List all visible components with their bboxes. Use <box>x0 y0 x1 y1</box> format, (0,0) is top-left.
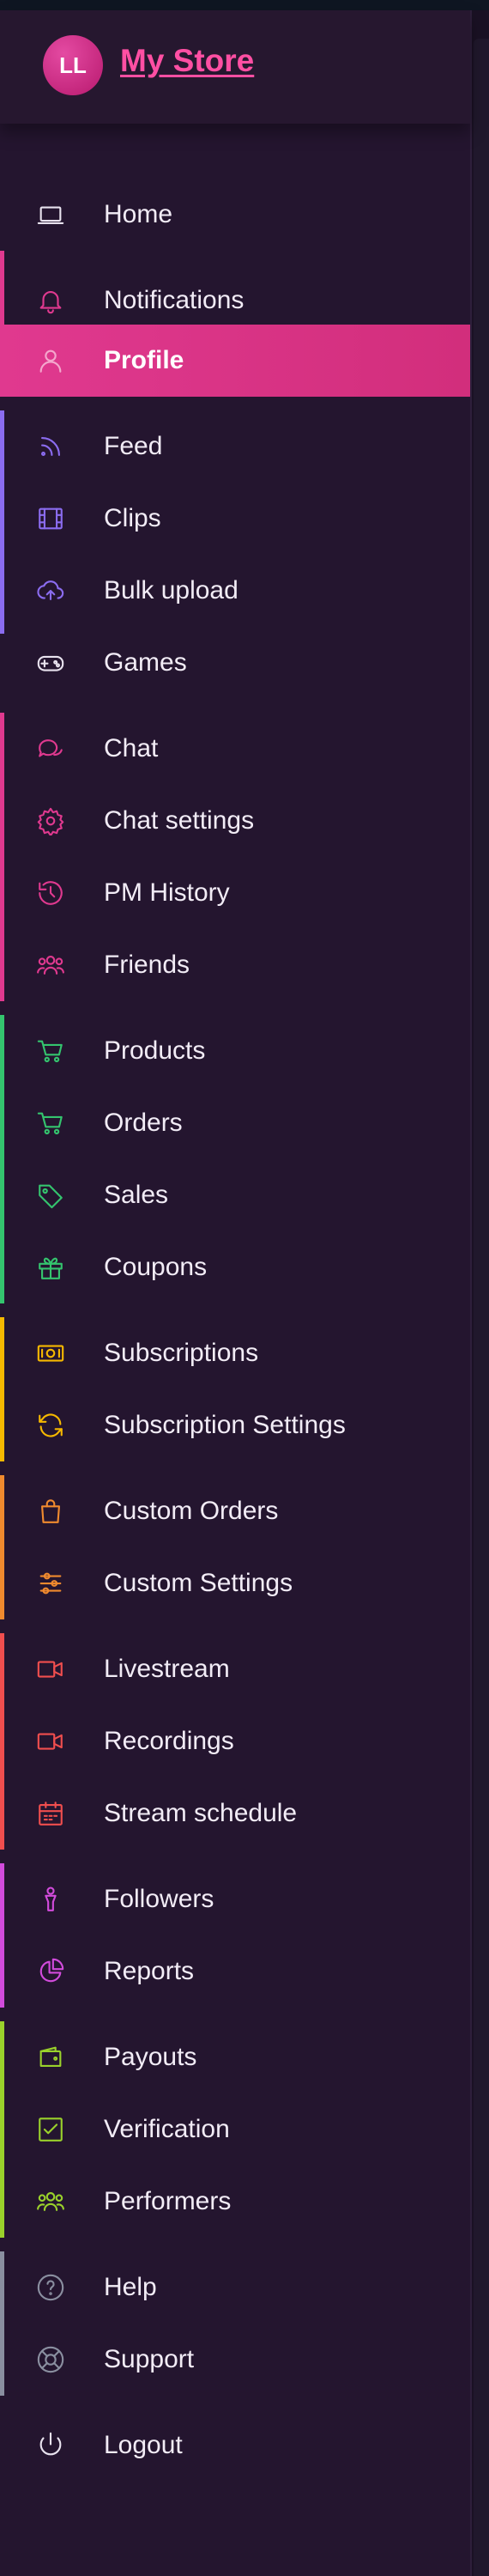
gear-icon <box>36 806 65 835</box>
sidebar-item-label: Games <box>104 648 187 677</box>
sidebar-item-custom-orders[interactable]: Custom Orders <box>0 1475 470 1547</box>
pie-chart-icon <box>36 1957 65 1986</box>
sidebar-item-label: Feed <box>104 432 163 460</box>
gift-icon <box>36 1253 65 1282</box>
sidebar-item-followers[interactable]: Followers <box>0 1863 470 1935</box>
sidebar-item-label: Recordings <box>104 1727 234 1755</box>
sidebar-item-label: Help <box>104 2273 157 2301</box>
bell-icon <box>36 286 65 315</box>
checkbox-icon <box>36 2115 65 2144</box>
store-name-link[interactable]: My Store <box>120 43 254 79</box>
sidebar-item-coupons[interactable]: Coupons <box>0 1231 470 1303</box>
sidebar-item-label: Orders <box>104 1109 183 1137</box>
sidebar-item-livestream[interactable]: Livestream <box>0 1633 470 1705</box>
sidebar-item-label: Reports <box>104 1957 195 1985</box>
sidebar-item-label: Profile <box>104 346 184 374</box>
sidebar-item-label: Chat <box>104 734 159 762</box>
sidebar-item-label: Products <box>104 1036 206 1065</box>
sidebar-item-label: Stream schedule <box>104 1799 298 1827</box>
sidebar-item-custom-settings[interactable]: Custom Settings <box>0 1547 470 1619</box>
sidebar-item-label: Livestream <box>104 1655 230 1683</box>
film-icon <box>36 504 65 533</box>
sidebar-item-label: Custom Orders <box>104 1497 279 1525</box>
sidebar-item-label: Followers <box>104 1885 214 1913</box>
sidebar-item-label: Friends <box>104 951 190 979</box>
sidebar-item-pm-history[interactable]: PM History <box>0 857 470 929</box>
sidebar-header: LL My Store <box>0 10 470 124</box>
sidebar-item-recordings[interactable]: Recordings <box>0 1705 470 1777</box>
sidebar-item-clips[interactable]: Clips <box>0 483 470 555</box>
sidebar-item-label: Sales <box>104 1181 169 1209</box>
users-icon <box>36 2187 65 2216</box>
sidebar-item-label: Custom Settings <box>104 1569 293 1597</box>
sidebar-item-label: Verification <box>104 2115 230 2143</box>
sidebar-item-chat-settings[interactable]: Chat settings <box>0 785 470 857</box>
chat-bubbles-icon <box>36 734 65 763</box>
sidebar: LL My Store Home Notifications Profile Feed… <box>0 10 472 2576</box>
cart-icon <box>36 1109 65 1138</box>
sidebar-item-games[interactable]: Games <box>0 627 470 699</box>
rss-icon <box>36 432 65 461</box>
help-circle-icon <box>36 2273 65 2302</box>
sidebar-item-sales[interactable]: Sales <box>0 1159 470 1231</box>
sidebar-item-label: Bulk upload <box>104 576 238 605</box>
users-icon <box>36 951 65 980</box>
top-strip <box>0 0 489 10</box>
sidebar-item-friends[interactable]: Friends <box>0 929 470 1001</box>
avatar[interactable]: LL <box>43 35 103 95</box>
sidebar-item-home[interactable]: Home <box>0 179 470 251</box>
sidebar-item-label: Support <box>104 2345 195 2373</box>
gamepad-icon <box>36 648 65 677</box>
sidebar-item-label: Home <box>104 200 173 228</box>
sidebar-item-label: Subscriptions <box>104 1339 259 1367</box>
content-card <box>474 39 489 2576</box>
cloud-upload-icon <box>36 576 65 605</box>
sidebar-item-bulk-upload[interactable]: Bulk upload <box>0 555 470 627</box>
shopping-bag-icon <box>36 1497 65 1526</box>
sidebar-item-payouts[interactable]: Payouts <box>0 2021 470 2093</box>
sidebar-item-logout[interactable]: Logout <box>0 2409 470 2482</box>
sidebar-item-performers[interactable]: Performers <box>0 2166 470 2238</box>
sidebar-item-orders[interactable]: Orders <box>0 1087 470 1159</box>
sidebar-item-label: PM History <box>104 878 230 907</box>
tag-icon <box>36 1181 65 1210</box>
sidebar-item-label: Clips <box>104 504 161 532</box>
power-icon <box>36 2431 65 2460</box>
sidebar-item-feed[interactable]: Feed <box>0 410 470 483</box>
user-icon <box>36 346 65 375</box>
sidebar-item-label: Payouts <box>104 2043 197 2071</box>
sidebar-item-label: Coupons <box>104 1253 208 1281</box>
sidebar-item-stream-schedule[interactable]: Stream schedule <box>0 1777 470 1850</box>
sidebar-item-label: Chat settings <box>104 806 255 835</box>
wallet-icon <box>36 2043 65 2072</box>
follower-icon <box>36 1885 65 1914</box>
video-camera-icon <box>36 1655 65 1684</box>
sidebar-item-reports[interactable]: Reports <box>0 1935 470 2008</box>
home-icon <box>36 200 65 229</box>
video-camera-icon <box>36 1727 65 1756</box>
sidebar-item-label: Performers <box>104 2187 232 2215</box>
lifebuoy-icon <box>36 2345 65 2374</box>
history-icon <box>36 878 65 908</box>
cash-icon <box>36 1339 65 1368</box>
cart-icon <box>36 1036 65 1066</box>
calendar-icon <box>36 1799 65 1828</box>
sidebar-item-label: Subscription Settings <box>104 1411 346 1439</box>
sidebar-item-verification[interactable]: Verification <box>0 2093 470 2166</box>
sidebar-item-subscriptions[interactable]: Subscriptions <box>0 1317 470 1389</box>
sidebar-item-support[interactable]: Support <box>0 2324 470 2396</box>
refresh-icon <box>36 1411 65 1440</box>
sidebar-item-chat[interactable]: Chat <box>0 713 470 785</box>
sliders-icon <box>36 1569 65 1598</box>
sidebar-item-profile[interactable]: Profile <box>0 325 470 397</box>
sidebar-item-help[interactable]: Help <box>0 2251 470 2324</box>
sidebar-item-label: Logout <box>104 2431 183 2459</box>
sidebar-item-subscription-settings[interactable]: Subscription Settings <box>0 1389 470 1461</box>
sidebar-item-products[interactable]: Products <box>0 1015 470 1087</box>
